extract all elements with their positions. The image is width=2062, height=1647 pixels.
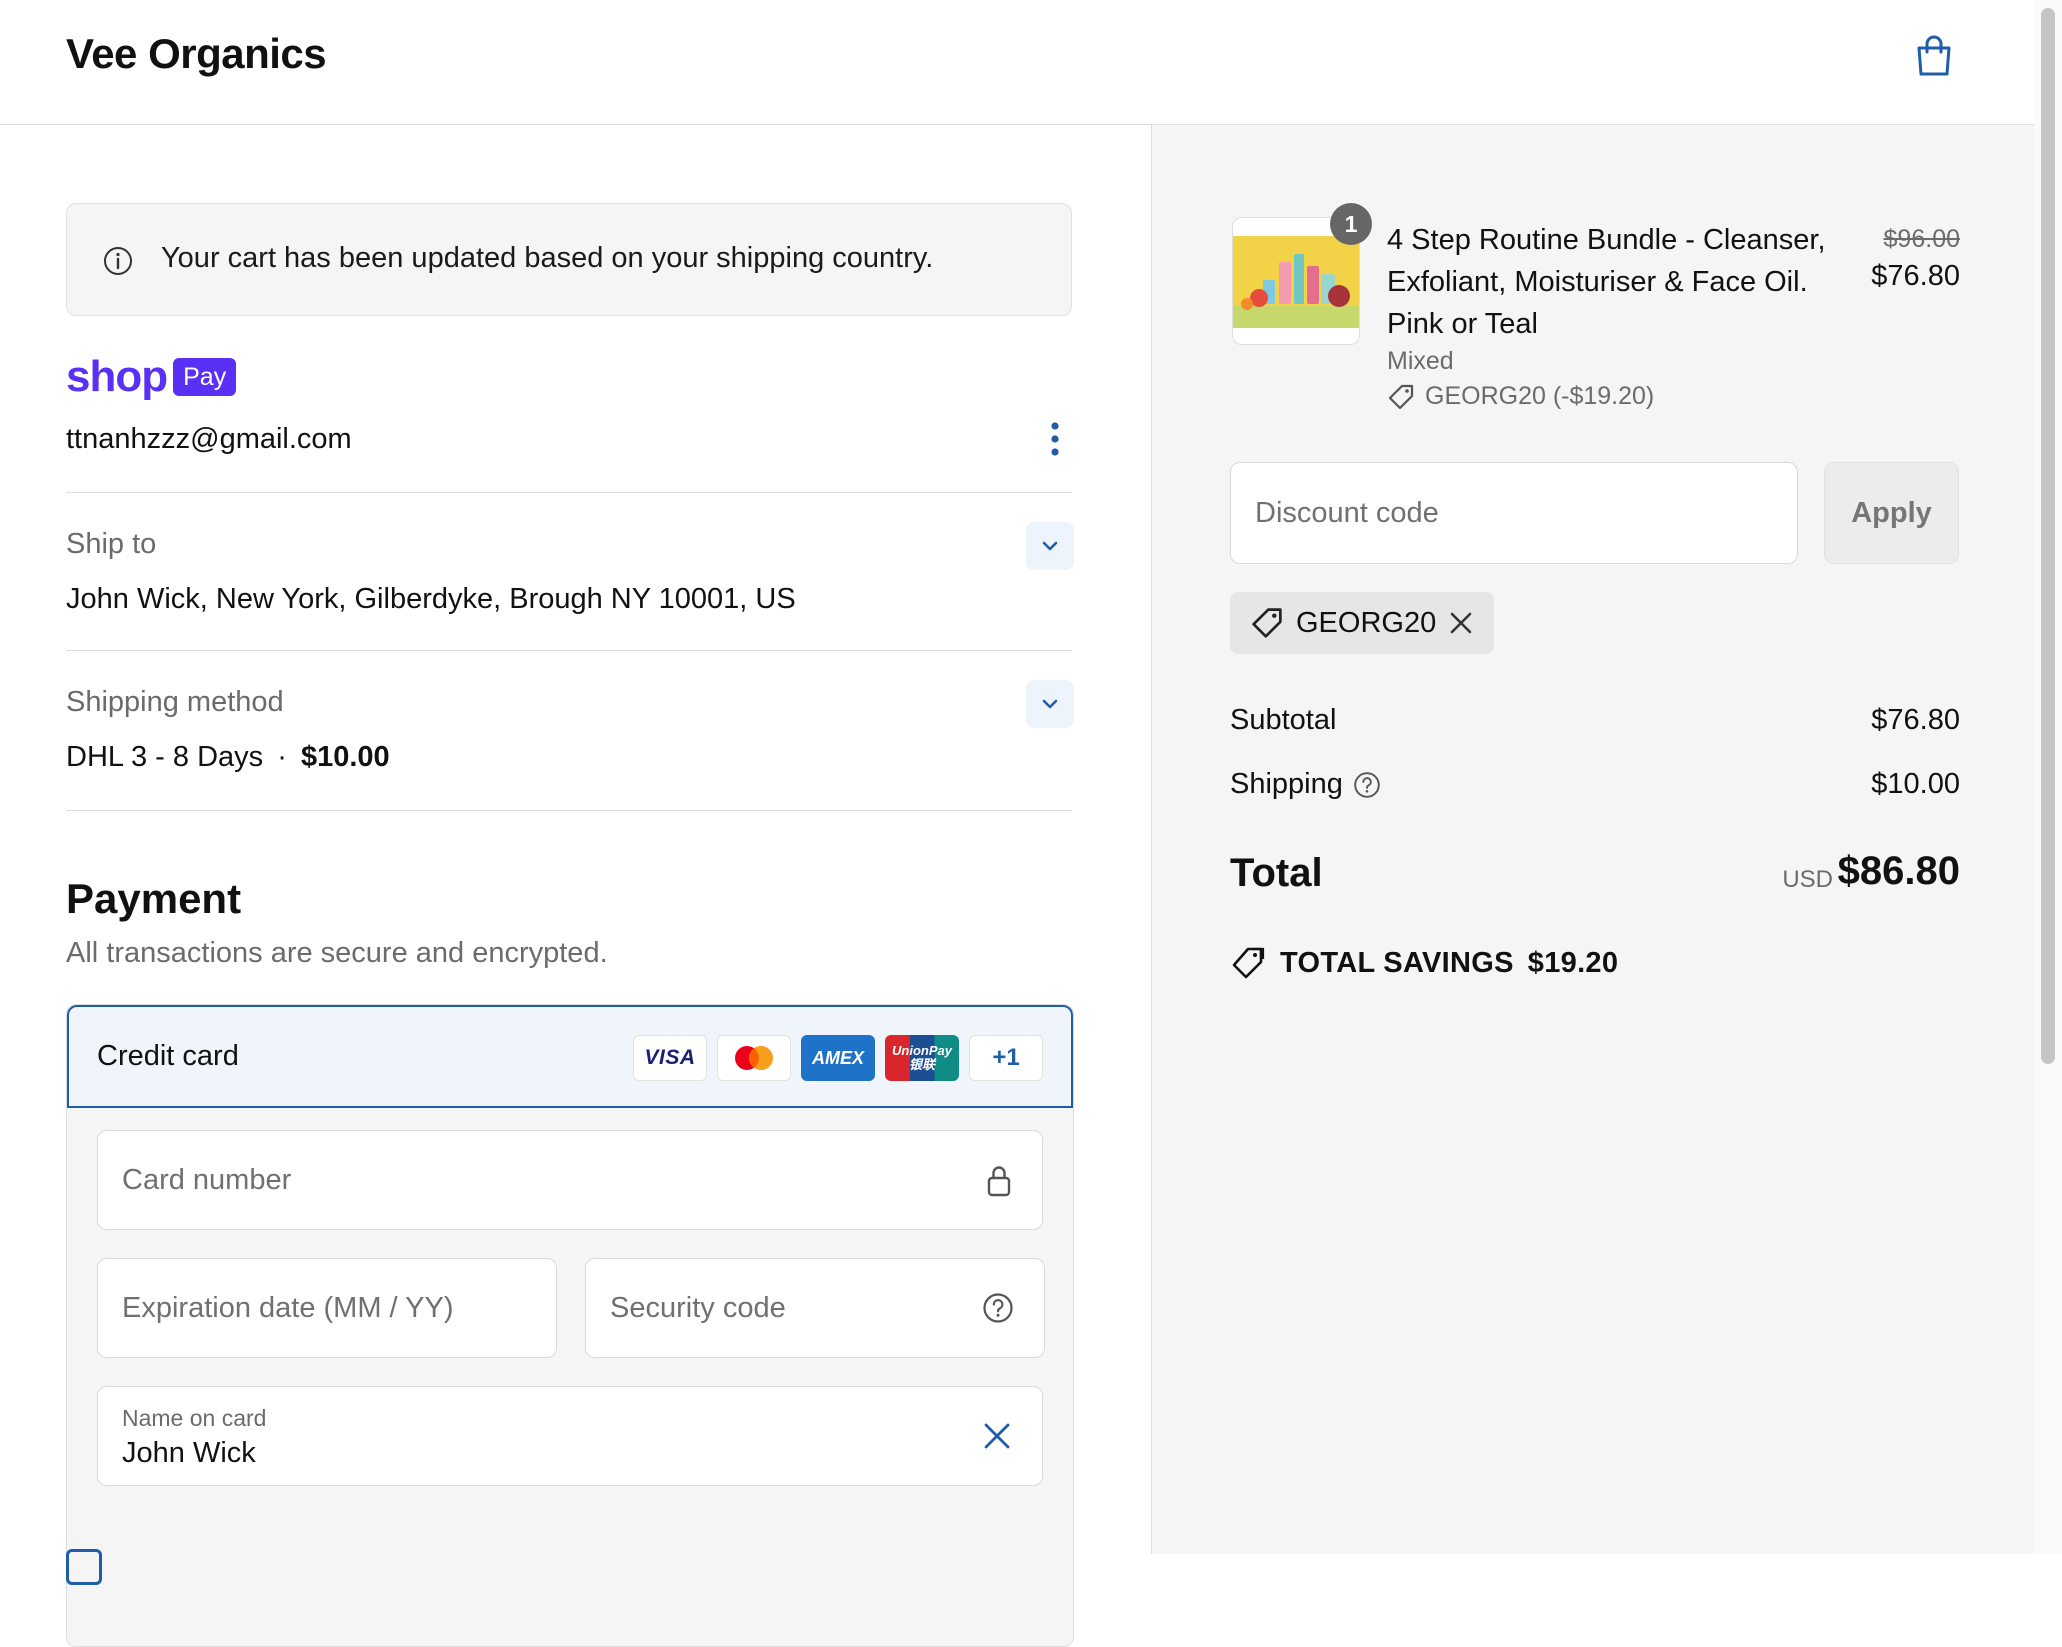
cart-icon[interactable] (1910, 32, 1958, 80)
quantity-badge: 1 (1330, 203, 1372, 245)
help-icon[interactable] (1353, 771, 1381, 799)
payment-box: Credit card VISA AMEX UnionPay 银联 +1 Car… (66, 1004, 1074, 1647)
contact-email: ttnanhzzz@gmail.com (66, 423, 352, 455)
visa-icon: VISA (633, 1035, 707, 1081)
product-variant: Mixed (1387, 347, 1454, 375)
close-icon[interactable] (1448, 610, 1474, 636)
info-icon (103, 246, 133, 276)
payment-subtitle: All transactions are secure and encrypte… (66, 937, 608, 969)
shipping-method-name: DHL 3 - 8 Days (66, 741, 264, 773)
shipping-method-value: DHL 3 - 8 Days · $10.00 (66, 741, 390, 774)
savings-tag-icon (1232, 947, 1265, 979)
amex-icon: AMEX (801, 1035, 875, 1081)
help-icon[interactable] (982, 1292, 1014, 1329)
checkbox[interactable] (66, 1549, 102, 1585)
chevron-down-icon (1042, 541, 1058, 551)
divider (66, 810, 1072, 811)
product-price: $76.80 (1871, 260, 1960, 292)
card-number-input[interactable] (98, 1131, 1042, 1229)
total-savings: TOTAL SAVINGS $19.20 (1230, 945, 1618, 981)
applied-discount-chip: GEORG20 (1230, 592, 1495, 654)
divider (66, 650, 1072, 651)
total-value: $86.80 (1837, 849, 1960, 893)
tag-icon (1388, 384, 1414, 409)
checkout-main: Your cart has been updated based on your… (0, 125, 1151, 1647)
shipping-method-label: Shipping method (66, 686, 284, 718)
close-icon[interactable] (982, 1421, 1012, 1456)
ship-to-toggle[interactable] (1026, 522, 1074, 570)
shop-pay-badge: Pay (173, 358, 237, 396)
card-number-field[interactable] (97, 1130, 1043, 1230)
cart-updated-notice: Your cart has been updated based on your… (66, 203, 1072, 316)
mastercard-icon (717, 1035, 791, 1081)
ship-to-label: Ship to (66, 528, 157, 560)
shipping-method-price: $10.00 (300, 741, 390, 773)
item-discount: GEORG20 (-$19.20) (1387, 382, 1654, 411)
chevron-down-icon (1042, 699, 1058, 709)
subtotal-label: Subtotal (1230, 704, 1337, 736)
total-savings-value: $19.20 (1527, 946, 1619, 979)
more-cards-badge: +1 (969, 1035, 1043, 1081)
subtotal-value: $76.80 (1871, 704, 1960, 736)
name-on-card-label: Name on card (122, 1405, 267, 1431)
shop-pay-word: shop (66, 352, 168, 401)
discount-code-input[interactable] (1231, 463, 1797, 563)
security-code-input[interactable] (586, 1259, 1044, 1357)
product-name: 4 Step Routine Bundle - Cleanser, Exfoli… (1387, 224, 1826, 340)
tag-icon (1252, 608, 1282, 638)
applied-discount-code: GEORG20 (1296, 606, 1437, 639)
total-savings-label: TOTAL SAVINGS (1280, 946, 1514, 979)
name-on-card-field[interactable]: Name on card John Wick (97, 1386, 1043, 1486)
payment-title: Payment (66, 875, 242, 922)
shipping-method-toggle[interactable] (1026, 680, 1074, 728)
kebab-icon[interactable] (1040, 419, 1070, 459)
expiration-field[interactable] (97, 1258, 557, 1358)
credit-card-option[interactable]: Credit card VISA AMEX UnionPay 银联 +1 (67, 1005, 1073, 1108)
apply-button[interactable]: Apply (1824, 462, 1959, 564)
ship-to-address: John Wick, New York, Gilberdyke, Brough … (66, 583, 796, 615)
shipping-row-label: Shipping (1230, 768, 1381, 801)
divider (66, 492, 1072, 493)
shipping-value: $10.00 (1871, 768, 1960, 800)
name-on-card-value[interactable]: John Wick (122, 1437, 256, 1470)
lock-icon (986, 1164, 1012, 1203)
store-name[interactable]: Vee Organics (66, 30, 327, 78)
card-brand-icons: VISA AMEX UnionPay 银联 +1 (633, 1035, 1043, 1081)
security-code-field[interactable] (585, 1258, 1045, 1358)
expiration-input[interactable] (98, 1259, 556, 1357)
header: Vee Organics (0, 0, 2034, 125)
discount-code-field[interactable] (1230, 462, 1798, 564)
credit-card-label: Credit card (97, 1040, 239, 1072)
notice-text: Your cart has been updated based on your… (161, 242, 934, 274)
unionpay-text: UnionPay (892, 1043, 952, 1058)
item-discount-text: GEORG20 (-$19.20) (1425, 382, 1655, 410)
shop-pay-logo: shop Pay (66, 352, 237, 401)
total-currency: USD (1782, 866, 1833, 893)
original-price: $96.00 (1883, 225, 1960, 253)
scrollbar[interactable] (2034, 0, 2062, 1554)
shipping-label: Shipping (1230, 768, 1343, 800)
order-summary: 1 4 Step Routine Bundle - Cleanser, Exfo… (1151, 125, 2035, 1554)
shipping-method-separator: · (277, 741, 287, 773)
scrollbar-thumb[interactable] (2041, 8, 2055, 1064)
unionpay-chinese-text: 银联 (908, 1057, 935, 1072)
unionpay-icon: UnionPay 银联 (885, 1035, 959, 1081)
total-label: Total (1230, 851, 1323, 895)
